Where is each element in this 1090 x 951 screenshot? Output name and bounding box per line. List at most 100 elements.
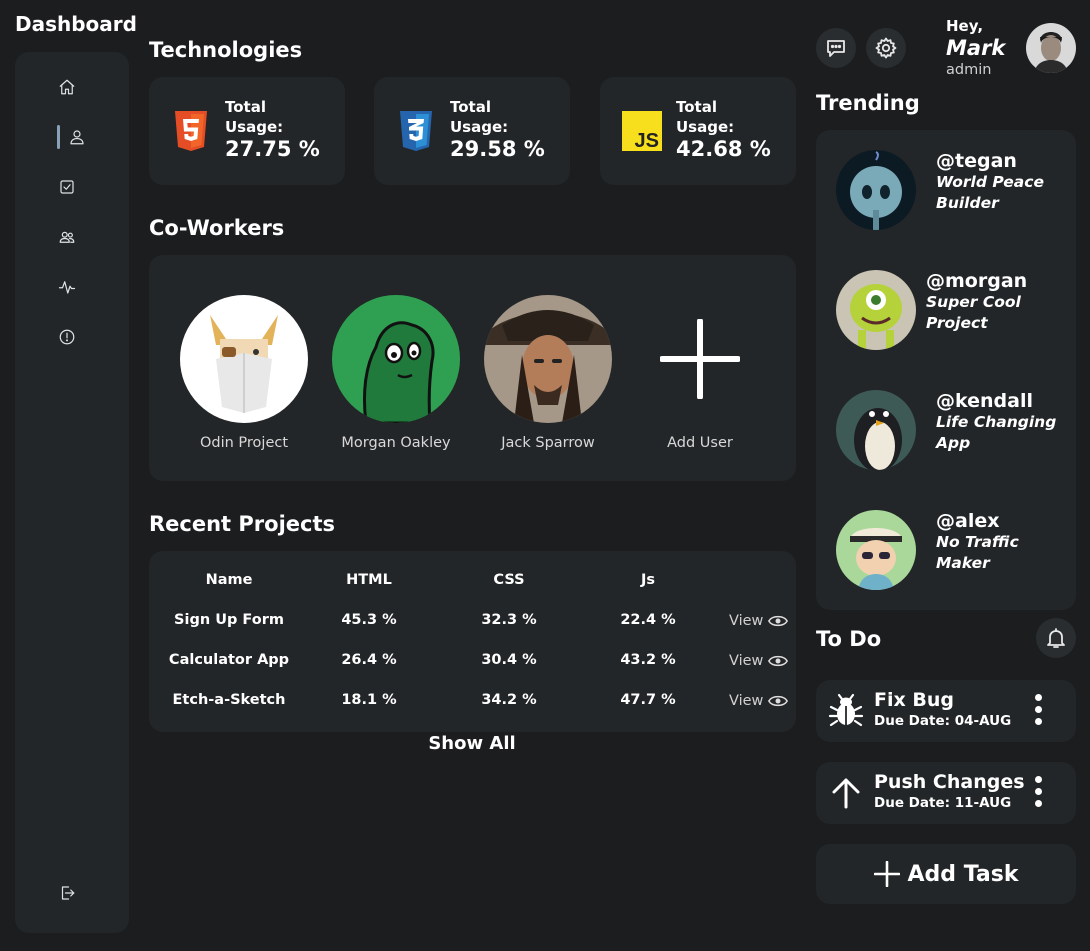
trending-description: Life Changing App [936,413,1057,452]
avatar [836,390,916,470]
coworker-card[interactable]: Odin Project [164,295,324,451]
eye-icon [768,695,789,707]
project-css: 30.4 % [481,652,537,668]
coworkers-panel: Odin Project Morgan Oakley Jack Sparrow … [149,255,796,481]
view-link[interactable]: View [729,693,789,709]
sidebar-item-profile[interactable] [67,127,87,147]
project-name: Sign Up Form [174,612,284,628]
more-options-icon[interactable] [1030,694,1046,730]
avatar [332,295,460,423]
more-options-icon[interactable] [1030,776,1046,812]
trending-handle: @morgan [926,270,1028,292]
sidebar [15,52,129,933]
coworker-card[interactable]: Morgan Oakley [316,295,476,451]
eye-icon [768,655,789,667]
project-js: 47.7 % [620,692,676,708]
add-task-button[interactable]: Add Task [816,844,1076,904]
gear-icon [875,37,897,59]
users-icon [59,231,75,243]
todo-due-date: Due Date: 04-AUG [874,713,1012,729]
coworker-card[interactable]: Jack Sparrow [468,295,628,451]
column-header: HTML [346,572,392,588]
todo-item[interactable]: Push Changes Due Date: 11-AUG [816,762,1076,824]
eye-icon [768,615,789,627]
projects-title: Recent Projects [149,512,336,536]
trending-item[interactable]: @morgan Super Cool Project [836,270,1076,352]
project-html: 45.3 % [341,612,397,628]
todo-item[interactable]: Fix Bug Due Date: 04-AUG [816,680,1076,742]
todo-title: Fix Bug [874,689,954,711]
trending-title: Trending [816,91,920,115]
view-label: View [729,653,764,669]
sidebar-item-tasks[interactable] [57,177,77,197]
user-name: Mark [946,36,1006,60]
todo-title: To Do [816,627,882,651]
add-task-label: Add Task [907,861,1019,887]
plus-icon [636,295,764,423]
view-label: View [729,693,764,709]
avatar[interactable] [1026,23,1076,73]
project-js: 43.2 % [620,652,676,668]
user-icon [70,130,84,145]
bell-icon [1047,628,1065,648]
coworker-name: Morgan Oakley [341,435,451,451]
trending-handle: @kendall [936,390,1033,412]
sidebar-item-info[interactable] [57,327,77,347]
tech-value: 42.68 % [676,137,771,161]
plus-icon [873,861,900,887]
home-icon [59,79,75,95]
tech-card-html: Total Usage: 27.75 % [149,77,345,185]
tech-card-js: JS Total Usage: 42.68 % [600,77,796,185]
message-icon [827,40,845,57]
messages-button[interactable] [816,28,856,68]
settings-button[interactable] [866,28,906,68]
project-html: 26.4 % [341,652,397,668]
view-link[interactable]: View [729,653,789,669]
column-header: Name [205,572,253,588]
logout-button[interactable] [57,883,77,903]
todo-title: Push Changes [874,771,1025,793]
tech-value: 29.58 % [450,137,545,161]
avatar [836,150,916,230]
add-user-button[interactable]: Add User [620,295,780,451]
technologies-title: Technologies [149,38,303,62]
tech-label: Total Usage: [676,98,735,136]
project-css: 32.3 % [481,612,537,628]
project-name: Etch-a-Sketch [172,692,286,708]
sidebar-item-home[interactable] [57,77,77,97]
trending-description: Super Cool Project [926,293,1021,332]
trending-handle: @tegan [936,150,1017,172]
avatar [484,295,612,423]
avatar [836,510,916,590]
project-name: Calculator App [168,652,290,668]
trending-description: No Traffic Maker [936,533,1019,572]
checkbox-icon [60,180,74,194]
coworker-name: Odin Project [199,435,289,451]
show-all-button[interactable]: Show All [400,733,544,754]
coworker-name: Jack Sparrow [501,435,595,451]
avatar [836,270,916,350]
trending-item[interactable]: @kendall Life Changing App [836,390,1076,472]
notifications-button[interactable] [1036,618,1076,658]
add-user-label: Add User [667,435,733,451]
trending-description: World Peace Builder [936,173,1044,212]
trending-item[interactable]: @tegan World Peace Builder [836,150,1076,232]
column-header: CSS [493,572,525,588]
projects-table: Name HTML CSS Js Sign Up Form 45.3 % 32.… [149,551,796,732]
tech-card-css: Total Usage: 29.58 % [374,77,570,185]
view-link[interactable]: View [729,613,789,629]
html5-icon [175,111,207,151]
column-header: Js [640,572,656,588]
tech-label: Total Usage: [225,98,284,136]
project-js: 22.4 % [620,612,676,628]
trending-item[interactable]: @alex No Traffic Maker [836,510,1076,592]
greeting: Hey, [946,17,984,35]
avatar [180,295,308,423]
sidebar-item-team[interactable] [57,227,77,247]
sidebar-active-indicator [57,125,60,149]
sidebar-item-activity[interactable] [57,277,77,297]
logout-icon [61,886,75,900]
app-title: Dashboard [15,12,137,36]
tech-value: 27.75 % [225,137,320,161]
bug-icon [828,693,864,727]
